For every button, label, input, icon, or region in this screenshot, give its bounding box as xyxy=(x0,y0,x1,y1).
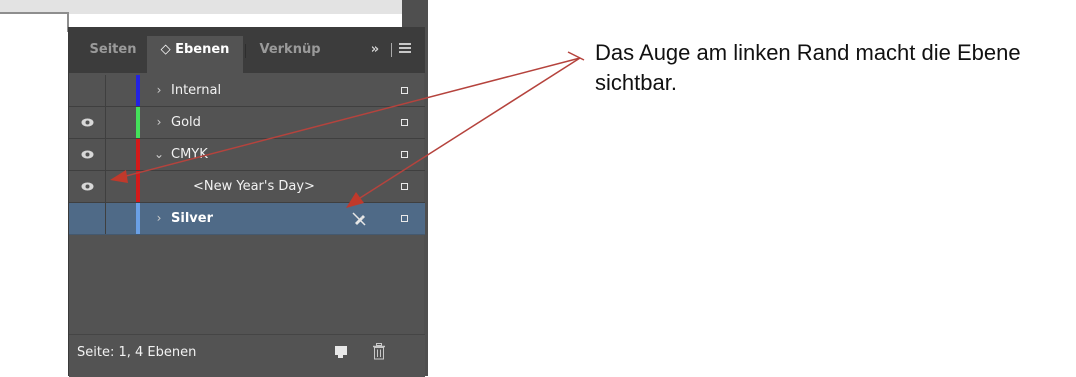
menu-divider xyxy=(391,43,392,57)
target-square-icon[interactable] xyxy=(401,151,408,158)
panel-menu-icon[interactable] xyxy=(399,43,411,55)
eye-icon xyxy=(81,150,94,159)
layer-row-gold[interactable]: › Gold xyxy=(69,107,425,139)
target-square-icon[interactable] xyxy=(401,215,408,222)
lock-toggle[interactable] xyxy=(106,107,137,138)
layer-color-swatch xyxy=(136,75,140,106)
panel-tab-bar: Seiten ◇ Ebenen Verknüp » xyxy=(69,27,425,73)
target-square-icon[interactable] xyxy=(401,183,408,190)
layer-color-swatch xyxy=(136,203,140,234)
visibility-toggle[interactable] xyxy=(69,171,106,202)
visibility-toggle[interactable] xyxy=(69,107,106,138)
callout-pointer-tick xyxy=(567,51,585,61)
layer-name[interactable]: Gold xyxy=(171,115,201,131)
layer-color-swatch xyxy=(136,107,140,138)
layer-color-swatch xyxy=(136,139,140,170)
eye-icon xyxy=(81,118,94,127)
layer-name[interactable]: Silver xyxy=(171,211,213,227)
tab-links[interactable]: Verknüp xyxy=(251,36,329,64)
trash-icon[interactable] xyxy=(372,343,386,360)
layers-panel: Seiten ◇ Ebenen Verknüp » › Internal › G… xyxy=(68,27,425,377)
tab-divider xyxy=(245,44,246,58)
visibility-toggle[interactable] xyxy=(69,203,106,234)
layer-row-silver[interactable]: › Silver xyxy=(69,203,425,235)
layer-color-swatch xyxy=(136,171,140,202)
tab-layers[interactable]: ◇ Ebenen xyxy=(147,36,243,73)
lock-toggle[interactable] xyxy=(106,171,137,202)
panel-footer: Seite: 1, 4 Ebenen xyxy=(69,334,425,377)
chevron-down-icon[interactable]: ⌄ xyxy=(153,147,165,161)
target-square-icon[interactable] xyxy=(401,119,408,126)
status-text: Seite: 1, 4 Ebenen xyxy=(77,345,197,360)
chevron-right-icon[interactable]: › xyxy=(153,83,165,97)
tab-overflow-icon[interactable]: » xyxy=(363,39,387,61)
layer-row-internal[interactable]: › Internal xyxy=(69,75,425,107)
chevron-right-icon[interactable]: › xyxy=(153,115,165,129)
chevron-right-icon[interactable]: › xyxy=(153,211,165,225)
pen-slash-icon[interactable] xyxy=(352,212,366,226)
eye-icon xyxy=(81,182,94,191)
target-square-icon[interactable] xyxy=(401,87,408,94)
layer-list: › Internal › Gold ⌄ CMYK <New Year's Day… xyxy=(69,75,425,235)
tab-pages[interactable]: Seiten xyxy=(81,36,145,64)
new-layer-icon[interactable] xyxy=(334,345,348,359)
layer-row-new-years-day[interactable]: <New Year's Day> xyxy=(69,171,425,203)
lock-toggle[interactable] xyxy=(106,203,137,234)
layer-name[interactable]: Internal xyxy=(171,83,221,99)
lock-toggle[interactable] xyxy=(106,139,137,170)
visibility-toggle[interactable] xyxy=(69,139,106,170)
lock-toggle[interactable] xyxy=(106,75,137,106)
visibility-toggle[interactable] xyxy=(69,75,106,106)
layer-name[interactable]: <New Year's Day> xyxy=(193,179,315,195)
layer-row-cmyk[interactable]: ⌄ CMYK xyxy=(69,139,425,171)
layer-name[interactable]: CMYK xyxy=(171,147,208,163)
annotation-text: Das Auge am linken Rand macht die Ebene … xyxy=(595,40,1021,95)
page-edge-line xyxy=(0,12,68,14)
